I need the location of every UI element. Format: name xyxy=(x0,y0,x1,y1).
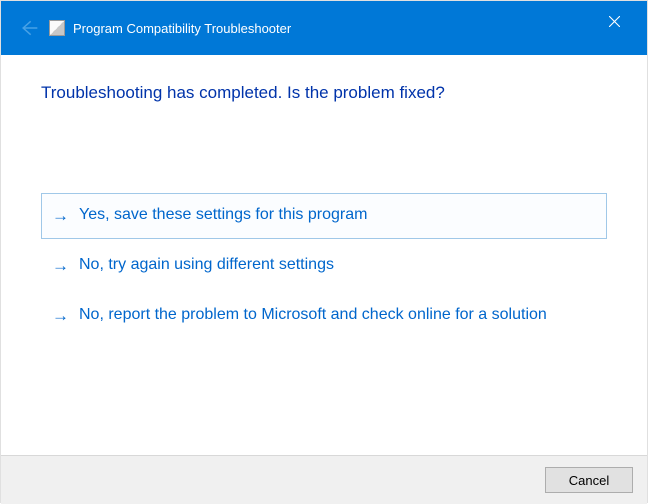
titlebar: Program Compatibility Troubleshooter xyxy=(1,1,647,55)
back-arrow-icon xyxy=(15,18,43,38)
arrow-right-icon: → xyxy=(52,204,69,228)
close-button[interactable] xyxy=(592,7,637,35)
option-no-retry[interactable]: → No, try again using different settings xyxy=(41,243,607,289)
option-no-report[interactable]: → No, report the problem to Microsoft an… xyxy=(41,293,607,339)
option-label: No, report the problem to Microsoft and … xyxy=(79,304,596,326)
close-icon xyxy=(609,16,620,27)
content-area: Troubleshooting has completed. Is the pr… xyxy=(1,55,647,455)
app-icon xyxy=(49,20,65,36)
page-heading: Troubleshooting has completed. Is the pr… xyxy=(41,83,607,103)
option-yes-save[interactable]: → Yes, save these settings for this prog… xyxy=(41,193,607,239)
option-list: → Yes, save these settings for this prog… xyxy=(41,193,607,338)
cancel-button[interactable]: Cancel xyxy=(545,467,633,493)
window-title: Program Compatibility Troubleshooter xyxy=(73,21,291,36)
option-label: No, try again using different settings xyxy=(79,254,596,276)
arrow-right-icon: → xyxy=(52,304,69,328)
option-label: Yes, save these settings for this progra… xyxy=(79,204,596,226)
footer-bar: Cancel xyxy=(1,455,647,504)
arrow-right-icon: → xyxy=(52,254,69,278)
